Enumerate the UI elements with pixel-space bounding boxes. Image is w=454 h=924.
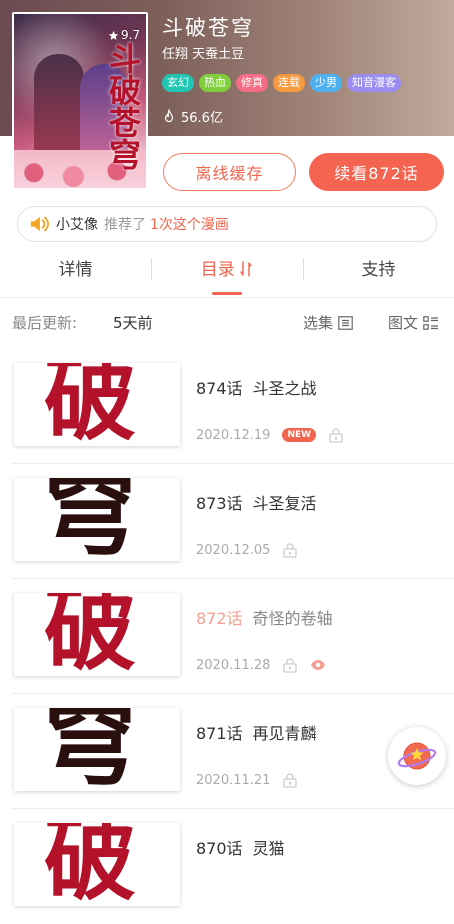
comic-cover[interactable]: 斗破苍穹 9.7	[12, 12, 148, 190]
new-badge: NEW	[282, 428, 317, 442]
episode-meta: 2020.11.21	[196, 772, 298, 788]
episode-row[interactable]: 穹 873话 斗圣复活 2020.12.05	[0, 464, 454, 579]
episode-name: 奇怪的卷轴	[252, 609, 333, 628]
episode-date: 2020.12.19	[196, 427, 271, 443]
comic-author[interactable]: 任翔 天蚕土豆	[162, 43, 244, 62]
lock-icon	[283, 658, 298, 673]
episode-name: 斗圣复活	[252, 494, 317, 513]
grid-list-icon	[423, 315, 439, 330]
episode-thumbnail: 穹	[14, 478, 180, 561]
episode-name: 斗圣之战	[252, 379, 317, 398]
lock-icon	[283, 773, 298, 788]
planet-icon	[397, 742, 437, 770]
recommend-text: 推荐了	[104, 217, 146, 233]
episode-name: 灵猫	[252, 839, 285, 858]
last-update-label: 最后更新:	[12, 314, 78, 332]
divider	[0, 297, 454, 298]
episode-number: 874话	[196, 379, 243, 398]
tag-list: 玄幻 热血 修真 连载 少男 知音漫客	[162, 74, 401, 92]
episode-name: 再见青麟	[252, 724, 317, 743]
recommend-user: 小艾像	[56, 217, 98, 233]
tag-item[interactable]: 修真	[236, 74, 268, 92]
last-update-value: 5天前	[113, 314, 153, 332]
episode-date: 2020.11.21	[196, 772, 271, 788]
tab-support[interactable]: 支持	[303, 250, 454, 290]
view-mode-button[interactable]: 图文	[388, 312, 439, 333]
episode-row[interactable]: 破 872话 奇怪的卷轴 2020.11.28	[0, 579, 454, 694]
tag-item[interactable]: 少男	[310, 74, 342, 92]
recommend-bar[interactable]: 小艾像 推荐了 1次这个漫画	[17, 206, 437, 242]
rating-badge: 9.7	[108, 28, 140, 42]
popularity-value: 56.6亿	[181, 111, 223, 126]
episode-meta: 2020.12.05	[196, 542, 298, 558]
lock-icon	[329, 428, 343, 443]
episode-row[interactable]: 破 870话 灵猫	[0, 809, 454, 924]
episode-thumbnail: 破	[14, 823, 180, 906]
rating-value: 9.7	[121, 28, 141, 42]
episode-date: 2020.12.05	[196, 542, 271, 558]
episode-thumbnail: 穹	[14, 708, 180, 791]
eye-icon	[311, 660, 326, 670]
select-episodes-button[interactable]: 选集	[303, 312, 353, 333]
cover-title-art: 斗破苍穹	[104, 42, 142, 170]
select-label: 选集	[303, 314, 334, 332]
tag-item[interactable]: 知音漫客	[347, 74, 401, 92]
episode-title: 874话 斗圣之战	[196, 375, 317, 399]
episode-title: 873话 斗圣复活	[196, 490, 317, 514]
episode-row[interactable]: 破 874话 斗圣之战 2020.12.19 NEW	[0, 349, 454, 464]
thumbnail-art: 破	[44, 823, 137, 906]
thumbnail-art: 破	[44, 363, 137, 446]
episode-thumbnail: 破	[14, 593, 180, 676]
tab-active-indicator	[212, 292, 242, 295]
episode-number: 870话	[196, 839, 243, 858]
tab-catalog[interactable]: 目录	[151, 250, 302, 290]
cover-figure-male	[34, 54, 84, 164]
popularity: 56.6亿	[162, 107, 223, 126]
episode-meta: 2020.12.19 NEW	[196, 427, 344, 443]
speaker-icon	[30, 216, 50, 232]
view-label: 图文	[388, 314, 419, 332]
episode-number: 871话	[196, 724, 243, 743]
episode-title: 870话 灵猫	[196, 835, 285, 859]
episode-date: 2020.11.28	[196, 657, 271, 673]
episode-title: 871话 再见青麟	[196, 720, 317, 744]
planet-fab-button[interactable]	[388, 727, 446, 785]
list-icon	[338, 315, 353, 330]
thumbnail-art: 穹	[44, 478, 137, 561]
tab-catalog-label: 目录	[200, 260, 235, 280]
comic-title: 斗破苍穹	[162, 16, 254, 40]
thumbnail-art: 破	[44, 593, 137, 676]
tag-item[interactable]: 热血	[199, 74, 231, 92]
lock-icon	[283, 543, 298, 558]
continue-reading-button[interactable]: 续看872话	[309, 153, 444, 191]
episode-meta: 2020.11.28	[196, 657, 326, 673]
episode-title: 872话 奇怪的卷轴	[196, 605, 333, 629]
episode-number: 873话	[196, 494, 243, 513]
episode-thumbnail: 破	[14, 363, 180, 446]
tab-details[interactable]: 详情	[0, 250, 151, 290]
flame-icon	[164, 108, 174, 122]
thumbnail-art: 穹	[44, 708, 137, 791]
sort-icon[interactable]	[240, 261, 252, 277]
episode-row[interactable]: 穹 871话 再见青麟 2020.11.21	[0, 694, 454, 809]
tag-item[interactable]: 玄幻	[162, 74, 194, 92]
star-icon	[108, 30, 119, 40]
offline-cache-button[interactable]: 离线缓存	[163, 153, 296, 191]
tab-bar: 详情 目录 支持	[0, 250, 454, 290]
episode-number: 872话	[196, 609, 243, 628]
tag-item[interactable]: 连载	[273, 74, 305, 92]
recommend-count: 1次这个漫画	[150, 217, 229, 233]
